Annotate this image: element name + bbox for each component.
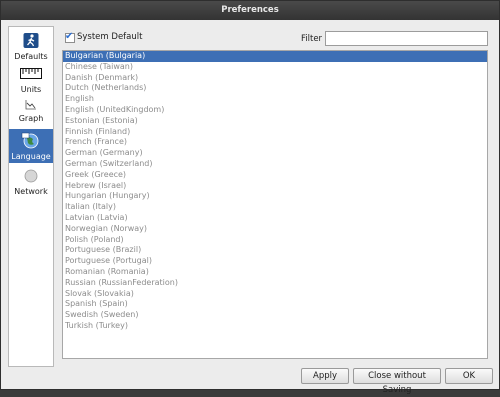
list-item[interactable]: Chinese (Taiwan)	[63, 62, 487, 73]
list-item[interactable]: Norwegian (Norway)	[63, 224, 487, 235]
sidebar-item-label: Units	[20, 85, 42, 94]
ok-button[interactable]: OK	[445, 368, 493, 384]
sidebar-item-network[interactable]: Network	[9, 167, 53, 201]
list-item[interactable]: Italian (Italy)	[63, 202, 487, 213]
list-item[interactable]: Hungarian (Hungary)	[63, 191, 487, 202]
ruler-icon	[20, 68, 42, 82]
list-item[interactable]: French (France)	[63, 137, 487, 148]
list-item[interactable]: Greek (Greece)	[63, 170, 487, 181]
system-default-label: System Default	[77, 32, 143, 42]
list-item[interactable]: Russian (RussianFederation)	[63, 278, 487, 289]
sidebar-item-label: Network	[14, 187, 48, 196]
window-title: Preferences	[1, 1, 499, 20]
list-item[interactable]: Spanish (Spain)	[63, 299, 487, 310]
sidebar-item-graph[interactable]: Graph	[9, 98, 53, 126]
check-icon: ✔	[65, 31, 74, 42]
filter-label: Filter	[301, 34, 323, 44]
sidebar-item-label: Graph	[18, 114, 44, 123]
list-item[interactable]: Romanian (Romania)	[63, 267, 487, 278]
list-item[interactable]: German (Germany)	[63, 148, 487, 159]
list-item[interactable]: Estonian (Estonia)	[63, 116, 487, 127]
list-item[interactable]: English	[63, 94, 487, 105]
sidebar-item-defaults[interactable]: Defaults	[9, 30, 53, 64]
list-item[interactable]: Dutch (Netherlands)	[63, 83, 487, 94]
list-item[interactable]: Turkish (Turkey)	[63, 321, 487, 332]
preferences-window: Preferences Defaults Units Graph Languag…	[0, 0, 500, 395]
language-options-row: ✔ System Default Filter	[63, 31, 488, 47]
sidebar-item-label: Defaults	[14, 52, 48, 61]
close-without-saving-button[interactable]: Close without Saving	[353, 368, 441, 395]
list-item[interactable]: German (Switzerland)	[63, 159, 487, 170]
apply-button[interactable]: Apply	[301, 368, 349, 384]
sidebar-item-units[interactable]: Units	[9, 65, 53, 97]
sidebar: Defaults Units Graph Language Network	[8, 26, 54, 367]
graph-icon	[25, 100, 37, 112]
sidebar-item-label: Language	[11, 152, 51, 161]
system-default-checkbox[interactable]: ✔	[65, 31, 75, 43]
language-globe-icon	[21, 132, 41, 152]
list-item[interactable]: Hebrew (Israel)	[63, 181, 487, 192]
sidebar-item-language[interactable]: Language	[9, 129, 53, 163]
list-item[interactable]: Swedish (Sweden)	[63, 310, 487, 321]
running-figure-icon	[23, 33, 39, 48]
network-icon	[24, 169, 38, 185]
list-item[interactable]: Slovak (Slovakia)	[63, 289, 487, 300]
list-item[interactable]: Bulgarian (Bulgaria)	[63, 51, 487, 62]
list-item[interactable]: Portuguese (Portugal)	[63, 256, 487, 267]
list-item[interactable]: English (UnitedKingdom)	[63, 105, 487, 116]
list-item[interactable]: Finnish (Finland)	[63, 127, 487, 138]
list-item[interactable]: Latvian (Latvia)	[63, 213, 487, 224]
language-list[interactable]: Bulgarian (Bulgaria) Chinese (Taiwan) Dani…	[62, 50, 488, 359]
filter-input[interactable]	[325, 31, 488, 46]
list-item[interactable]: Danish (Denmark)	[63, 73, 487, 84]
list-item[interactable]: Portuguese (Brazil)	[63, 245, 487, 256]
list-item[interactable]: Polish (Poland)	[63, 235, 487, 246]
